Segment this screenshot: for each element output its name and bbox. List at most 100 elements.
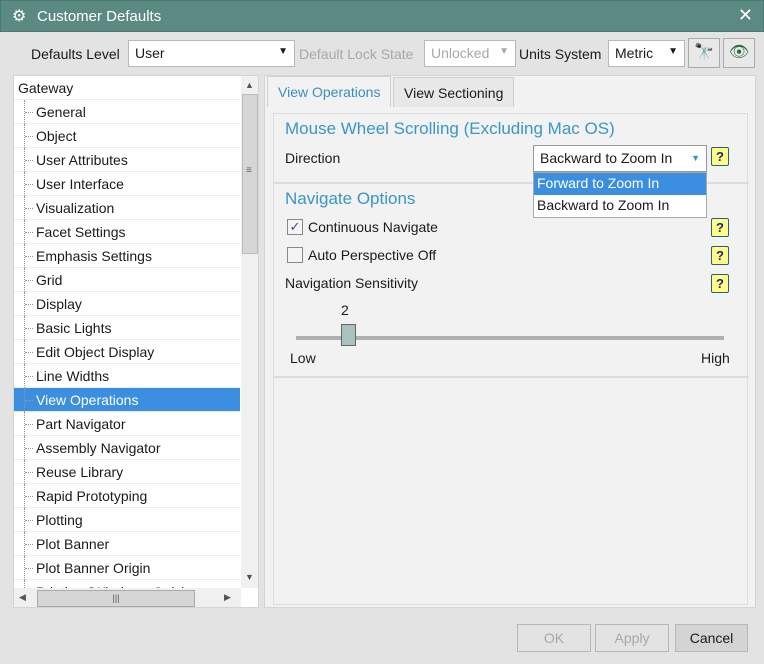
- tree-item-label: User Interface: [36, 176, 124, 192]
- defaults-level-value: User: [135, 45, 165, 61]
- option-backward-to-zoom-in[interactable]: Backward to Zoom In: [534, 195, 706, 217]
- sensitivity-slider-track[interactable]: [296, 336, 724, 340]
- lock-state-value: Unlocked: [431, 45, 490, 61]
- category-tree[interactable]: Gateway General Object User Attributes User …: [13, 75, 259, 608]
- continuous-navigate-checkbox[interactable]: ✓: [287, 219, 303, 235]
- defaults-level-label: Defaults Level: [31, 46, 120, 62]
- scroll-down-icon[interactable]: ▼: [245, 572, 254, 582]
- chevron-down-icon: ▼: [668, 46, 678, 57]
- tree-item-label: Line Widths: [36, 368, 110, 384]
- horizontal-scroll-thumb[interactable]: |||: [37, 590, 195, 607]
- tree-item[interactable]: Plot Banner Origin: [14, 556, 240, 580]
- tree-item-label: Facet Settings: [36, 224, 126, 240]
- slider-low-label: Low: [290, 350, 316, 366]
- tree-item-label: Display: [36, 296, 82, 312]
- continuous-navigate-label: Continuous Navigate: [308, 219, 438, 235]
- horizontal-scrollbar[interactable]: ◀ ||| ▶: [14, 588, 241, 607]
- tree-item[interactable]: Basic Lights: [14, 316, 240, 340]
- units-system-select[interactable]: Metric ▼: [608, 40, 685, 67]
- section-title: Mouse Wheel Scrolling (Excluding Mac OS): [285, 119, 615, 138]
- find-button[interactable]: 🔭: [688, 38, 720, 68]
- help-icon[interactable]: ?: [711, 246, 729, 265]
- lock-state-select: Unlocked ▼: [424, 40, 516, 67]
- tree-item[interactable]: Reuse Library: [14, 460, 240, 484]
- tab-content: Mouse Wheel Scrolling (Excluding Mac OS)…: [273, 113, 749, 605]
- slider-high-label: High: [701, 350, 730, 366]
- auto-perspective-off-label: Auto Perspective Off: [308, 247, 437, 263]
- scroll-right-icon[interactable]: ▶: [224, 592, 231, 603]
- scroll-left-icon[interactable]: ◀: [19, 592, 26, 603]
- tree-item[interactable]: Facet Settings: [14, 220, 240, 244]
- chevron-down-icon: ▼: [691, 153, 700, 163]
- cancel-button[interactable]: Cancel: [675, 624, 748, 652]
- vertical-scroll-thumb[interactable]: ≡: [242, 94, 258, 254]
- scroll-up-icon[interactable]: ▲: [245, 80, 254, 90]
- auto-perspective-off-checkbox[interactable]: [287, 247, 303, 263]
- gear-icon: ⚙: [12, 8, 27, 25]
- tree-item-label: View Operations: [36, 392, 139, 408]
- tree-item[interactable]: General: [14, 100, 240, 124]
- tree-item[interactable]: Display: [14, 292, 240, 316]
- tree-item-label: Rapid Prototyping: [36, 488, 148, 504]
- apply-button[interactable]: Apply: [595, 624, 669, 652]
- tree-item[interactable]: Object: [14, 124, 240, 148]
- tree-item-label: Reuse Library: [36, 464, 124, 480]
- tree-item[interactable]: Emphasis Settings: [14, 244, 240, 268]
- lock-state-label: Default Lock State: [299, 46, 414, 62]
- tree-item[interactable]: Line Widths: [14, 364, 240, 388]
- tree-item[interactable]: User Attributes: [14, 148, 240, 172]
- vertical-scrollbar[interactable]: ▲ ≡ ▼: [241, 76, 258, 588]
- tree-item-label: Emphasis Settings: [36, 248, 152, 264]
- tree-item-label: General: [36, 104, 86, 120]
- tree-item-label: Assembly Navigator: [36, 440, 161, 456]
- slider-value: 2: [341, 302, 349, 318]
- section-title: Navigate Options: [285, 189, 416, 208]
- chevron-down-icon: ▼: [499, 46, 509, 57]
- tree-item[interactable]: Assembly Navigator: [14, 436, 240, 460]
- tree-item[interactable]: Visualization: [14, 196, 240, 220]
- tree-item-label: Basic Lights: [36, 320, 112, 336]
- tree-item[interactable]: Rapid Prototyping: [14, 484, 240, 508]
- chevron-down-icon: ▼: [278, 46, 288, 57]
- tree-item-label: User Attributes: [36, 152, 128, 168]
- tree-item-label: Visualization: [36, 200, 115, 216]
- tree-item-label: Gateway: [18, 80, 74, 96]
- help-icon[interactable]: ?: [711, 147, 729, 166]
- tree-item-gateway[interactable]: Gateway: [14, 76, 240, 100]
- direction-select[interactable]: Backward to Zoom In ▼: [533, 145, 707, 172]
- tree-item[interactable]: Grid: [14, 268, 240, 292]
- defaults-level-select[interactable]: User ▼: [128, 40, 295, 67]
- tree-item-label: Plot Banner Origin: [36, 560, 151, 576]
- tree-item[interactable]: Edit Object Display: [14, 340, 240, 364]
- tab-view-sectioning[interactable]: View Sectioning: [393, 77, 515, 107]
- units-system-label: Units System: [519, 46, 602, 62]
- direction-label: Direction: [285, 150, 341, 166]
- tree-item-label: Part Navigator: [36, 416, 126, 432]
- tree-item[interactable]: User Interface: [14, 172, 240, 196]
- window-title: Customer Defaults: [37, 8, 162, 25]
- binoculars-icon: 🔭: [694, 44, 714, 61]
- ok-button[interactable]: OK: [517, 624, 591, 652]
- tree-item[interactable]: Plot Banner: [14, 532, 240, 556]
- units-system-value: Metric: [615, 45, 654, 61]
- tree-item[interactable]: Part Navigator: [14, 412, 240, 436]
- view-changes-button[interactable]: 👁: [723, 38, 755, 68]
- title-bar: ⚙ Customer Defaults ✕: [0, 0, 764, 32]
- option-forward-to-zoom-in[interactable]: Forward to Zoom In: [534, 173, 706, 195]
- tree-item-label: Grid: [36, 272, 63, 288]
- settings-panel: View Operations View Sectioning Mouse Wh…: [264, 75, 756, 608]
- tree-item-label: Edit Object Display: [36, 344, 155, 360]
- help-icon[interactable]: ?: [711, 218, 729, 237]
- tab-view-operations[interactable]: View Operations: [267, 76, 392, 107]
- sensitivity-slider-thumb[interactable]: [341, 324, 356, 346]
- navigation-sensitivity-label: Navigation Sensitivity: [285, 275, 419, 291]
- tree-item-label: Object: [36, 128, 77, 144]
- eye-arrow-icon: 👁: [728, 44, 750, 61]
- tree-item[interactable]: Plotting: [14, 508, 240, 532]
- direction-value: Backward to Zoom In: [540, 150, 673, 166]
- close-icon[interactable]: ✕: [738, 5, 753, 26]
- help-icon[interactable]: ?: [711, 274, 729, 293]
- tree-item[interactable]: View Operations: [14, 388, 240, 412]
- tree-item-label: Plot Banner: [36, 536, 110, 552]
- direction-dropdown-list[interactable]: Forward to Zoom In Backward to Zoom In: [533, 172, 707, 218]
